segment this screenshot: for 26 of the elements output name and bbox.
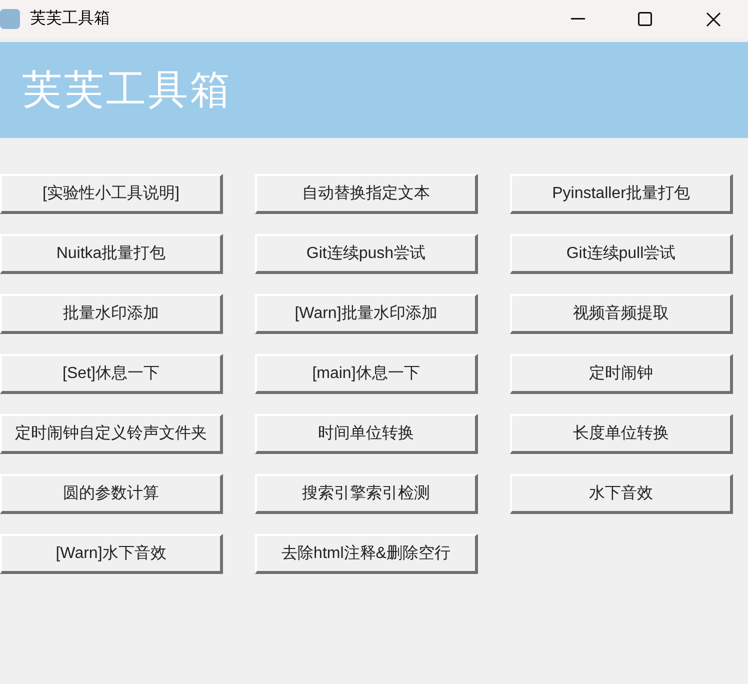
tool-button[interactable]: 搜索引擎索引检测 xyxy=(255,474,478,514)
minimize-icon xyxy=(570,18,584,20)
tool-button[interactable]: Nuitka批量打包 xyxy=(0,234,223,274)
tool-button[interactable]: 时间单位转换 xyxy=(255,414,478,454)
tool-button[interactable]: 去除html注释&删除空行 xyxy=(255,534,478,574)
tool-button[interactable]: [main]休息一下 xyxy=(255,354,478,394)
tool-button[interactable]: [Set]休息一下 xyxy=(0,354,223,394)
tool-button[interactable]: 定时闹钟 xyxy=(510,354,733,394)
tool-button[interactable]: Pyinstaller批量打包 xyxy=(510,174,733,214)
tool-button[interactable]: 长度单位转换 xyxy=(510,414,733,454)
tool-button[interactable]: 水下音效 xyxy=(510,474,733,514)
tool-button[interactable]: [Warn]水下音效 xyxy=(0,534,223,574)
app-icon xyxy=(0,9,20,29)
tool-button[interactable]: Git连续pull尝试 xyxy=(510,234,733,274)
tool-button[interactable]: 定时闹钟自定义铃声文件夹 xyxy=(0,414,223,454)
tool-button[interactable]: [实验性小工具说明] xyxy=(0,174,223,214)
tool-button[interactable]: [Warn]批量水印添加 xyxy=(255,294,478,334)
tool-button[interactable]: 视频音频提取 xyxy=(510,294,733,334)
tool-button[interactable]: Git连续push尝试 xyxy=(255,234,478,274)
tool-button[interactable]: 自动替换指定文本 xyxy=(255,174,478,214)
maximize-icon xyxy=(638,12,652,26)
close-icon xyxy=(706,12,720,26)
tool-button[interactable]: 圆的参数计算 xyxy=(0,474,223,514)
tool-button[interactable]: 批量水印添加 xyxy=(0,294,223,334)
header-title: 芙芙工具箱 xyxy=(22,67,232,114)
window-title: 芙芙工具箱 xyxy=(30,8,110,29)
